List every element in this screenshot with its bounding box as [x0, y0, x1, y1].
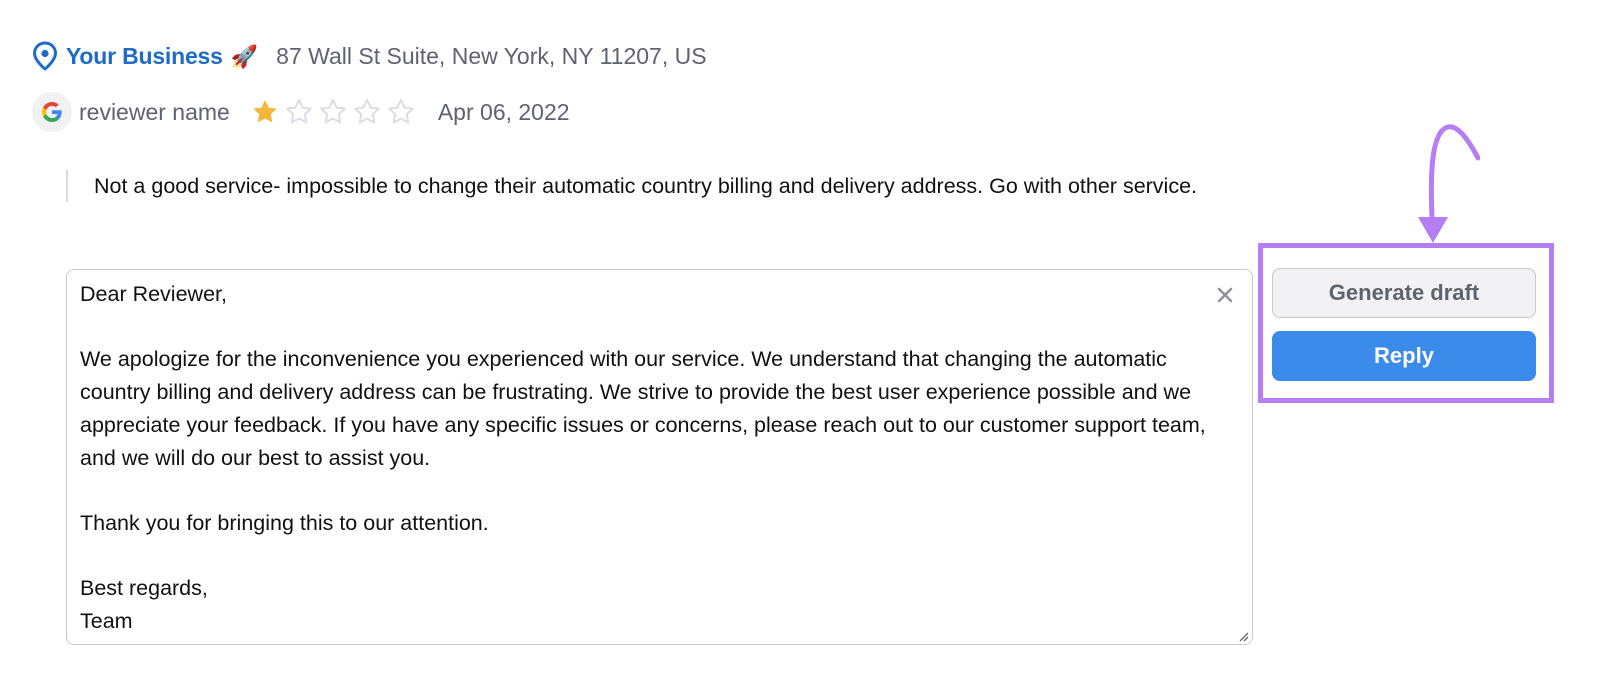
business-header: Your Business 🚀 87 Wall St Suite, New Yo…: [32, 38, 707, 74]
annotation-arrow-icon: [1418, 124, 1480, 243]
star-rating: [250, 97, 416, 127]
review-meta: reviewer name Apr 06, 2022: [32, 92, 570, 132]
review-text: Not a good service- impossible to change…: [66, 170, 1226, 202]
star-empty-icon: [284, 97, 314, 127]
star-empty-icon: [386, 97, 416, 127]
resize-handle[interactable]: [1237, 629, 1249, 642]
reply-text[interactable]: Dear Reviewer, We apologize for the inco…: [80, 278, 1220, 638]
location-pin-icon: [32, 41, 58, 71]
business-name[interactable]: Your Business: [66, 43, 223, 70]
star-empty-icon: [318, 97, 348, 127]
review-date: Apr 06, 2022: [437, 98, 570, 125]
business-address: 87 Wall St Suite, New York, NY 11207, US: [276, 42, 707, 69]
star-filled-icon: [250, 97, 280, 127]
generate-draft-button[interactable]: Generate draft: [1272, 268, 1536, 318]
rocket-icon: 🚀: [230, 44, 259, 69]
star-empty-icon: [352, 97, 382, 127]
reviewer-name: reviewer name: [79, 98, 230, 125]
close-icon[interactable]: [1212, 282, 1238, 308]
reply-button[interactable]: Reply: [1272, 331, 1536, 381]
google-icon: [32, 92, 72, 132]
reply-textarea[interactable]: Dear Reviewer, We apologize for the inco…: [66, 269, 1253, 645]
